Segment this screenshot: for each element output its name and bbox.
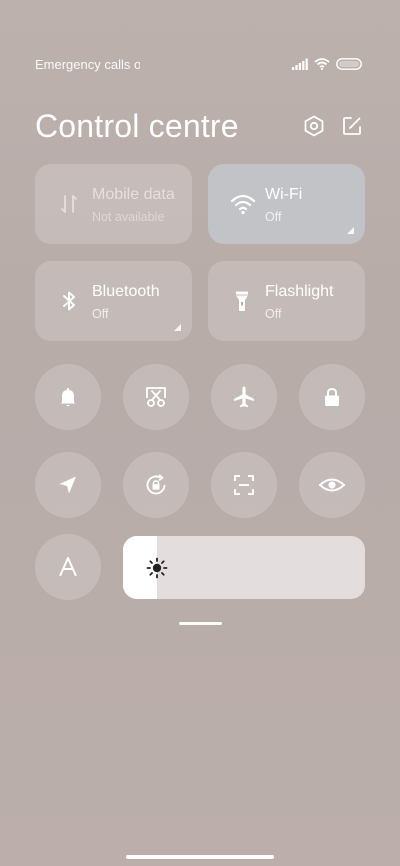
toggle-screenshot[interactable]: [123, 364, 189, 430]
drag-handle[interactable]: [179, 622, 222, 625]
header: Control centre: [35, 104, 365, 148]
eye-icon: [318, 473, 346, 497]
toggle-font-size[interactable]: [35, 534, 101, 600]
tile-status: Off: [265, 307, 282, 321]
sun-icon: [145, 556, 169, 580]
airplane-icon: [231, 384, 257, 410]
location-icon: [56, 473, 80, 497]
expand-corner-icon[interactable]: [174, 324, 181, 331]
tile-status: Not available: [92, 210, 165, 224]
scan-icon: [232, 473, 256, 497]
header-actions: [303, 115, 363, 137]
toggle-rotation-lock[interactable]: [123, 452, 189, 518]
expand-corner-icon[interactable]: [347, 227, 354, 234]
toggle-reading-mode[interactable]: [299, 452, 365, 518]
home-indicator[interactable]: [126, 855, 274, 859]
tile-flashlight[interactable]: Flashlight Off: [208, 261, 365, 341]
settings-hexagon-icon[interactable]: [303, 115, 325, 137]
tile-wifi[interactable]: Wi-Fi Off: [208, 164, 365, 244]
tile-status: Off: [92, 307, 109, 321]
status-text: Emergency calls o: [35, 56, 140, 72]
tile-status: Off: [265, 210, 282, 224]
edit-icon[interactable]: [341, 115, 363, 137]
bell-icon: [56, 385, 80, 409]
wifi-icon: [230, 192, 256, 216]
lock-icon: [320, 385, 344, 409]
tile-label: Bluetooth: [92, 283, 160, 300]
bluetooth-icon: [57, 289, 81, 313]
page-title: Control centre: [35, 107, 239, 144]
toggle-silent[interactable]: [35, 364, 101, 430]
mobile-data-icon: [57, 192, 81, 216]
tile-label: Flashlight: [265, 283, 334, 300]
tile-bluetooth[interactable]: Bluetooth Off: [35, 261, 192, 341]
flashlight-icon: [230, 289, 254, 313]
tile-mobile-data[interactable]: Mobile data Not available: [35, 164, 192, 244]
battery-icon: [336, 58, 362, 70]
toggle-airplane[interactable]: [211, 364, 277, 430]
signal-icon: [292, 58, 308, 70]
toggle-scanner[interactable]: [211, 452, 277, 518]
status-bar: Emergency calls o: [35, 56, 362, 72]
tile-label: Wi-Fi: [265, 186, 303, 203]
tile-label: Mobile data: [92, 186, 175, 203]
toggle-location[interactable]: [35, 452, 101, 518]
rotation-lock-icon: [143, 472, 169, 498]
status-icons: [292, 58, 362, 70]
screenshot-icon: [143, 384, 169, 410]
toggle-lock-screen[interactable]: [299, 364, 365, 430]
brightness-slider[interactable]: [123, 536, 365, 599]
wifi-status-icon: [314, 58, 330, 70]
font-size-icon: [56, 555, 80, 579]
